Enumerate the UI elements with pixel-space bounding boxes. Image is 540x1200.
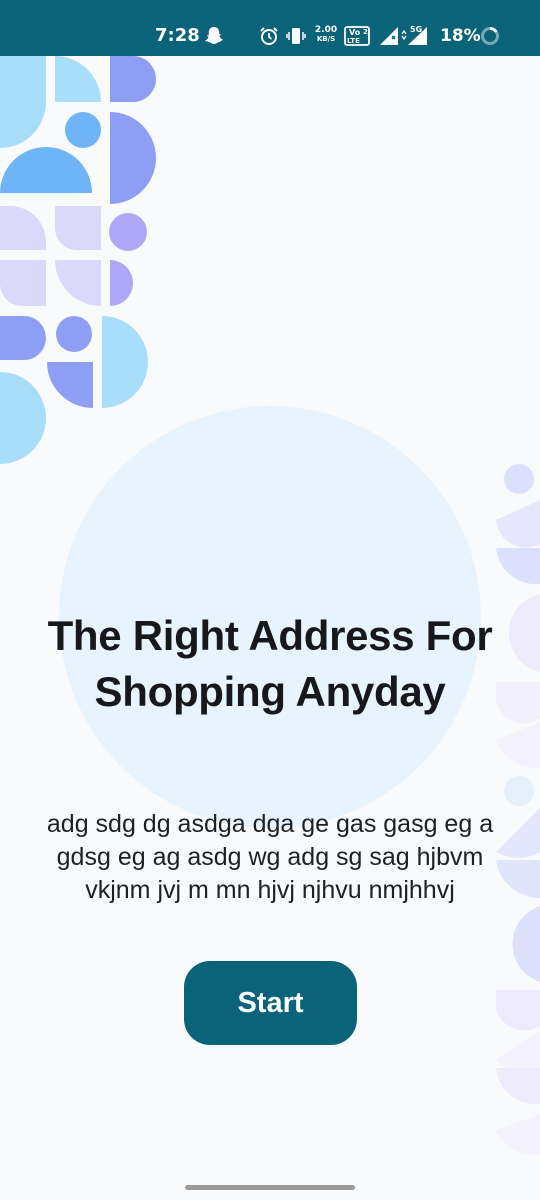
description-text: adg sdg dg asdga dga ge gas gasg eg a gd…: [46, 810, 494, 904]
status-time: 7:28: [155, 25, 200, 46]
home-indicator[interactable]: [185, 1185, 355, 1190]
signal-5g-icon: 5G: [401, 25, 427, 45]
network-speed-unit: KB/S: [316, 35, 336, 43]
network-speed-icon: 2.00 KB/S: [313, 25, 339, 43]
signal-icon: [380, 27, 398, 45]
battery-percent: 18%: [440, 26, 481, 46]
alarm-icon: [260, 27, 278, 45]
battery-ring-icon: [481, 27, 499, 45]
volte-label-top: Vo: [349, 28, 361, 37]
vibrate-icon: [286, 28, 306, 44]
decorative-pattern-right: [496, 464, 540, 1155]
start-button[interactable]: Start: [184, 961, 357, 1045]
volte-label-bottom: LTE: [347, 37, 360, 45]
network-speed-value: 2.00: [314, 25, 338, 35]
decorative-pattern-top-left: [0, 56, 156, 464]
snapchat-icon: [205, 27, 223, 44]
status-bar: 7:28 2.00 KB/S Vo LTE 2 5G 18%: [0, 0, 540, 56]
network-type: 5G: [410, 25, 422, 34]
page-title: The Right Address For Shopping Anyday: [47, 612, 493, 715]
sim-number: 2: [363, 28, 368, 36]
volte-icon: Vo LTE 2: [344, 26, 370, 46]
